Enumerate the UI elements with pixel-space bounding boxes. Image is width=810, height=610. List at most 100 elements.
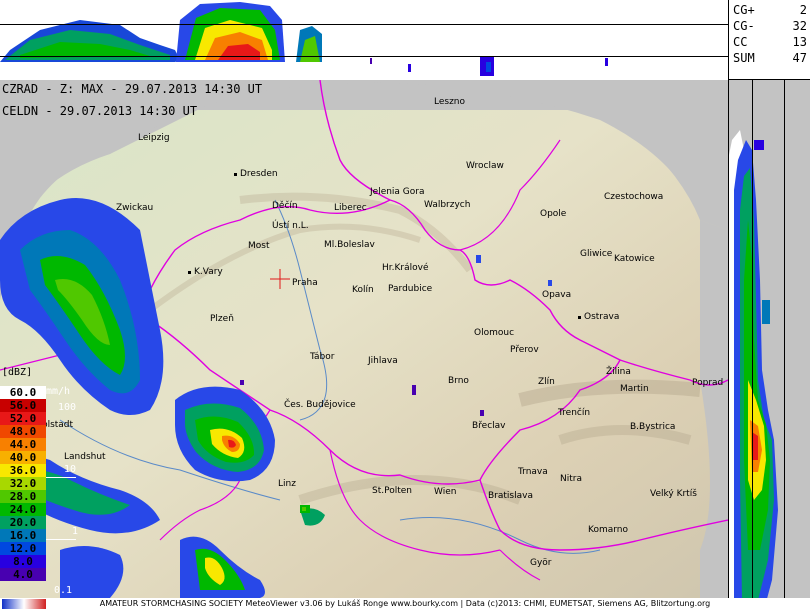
rain-rate-tick: 1 bbox=[72, 526, 79, 537]
city-label: Walbrzych bbox=[424, 200, 471, 210]
city-label: Liberec bbox=[334, 203, 367, 213]
city-label: Landshut bbox=[64, 452, 106, 462]
city-label: Velký Krtíš bbox=[650, 489, 697, 499]
top-projection-echo bbox=[0, 2, 608, 76]
counter-row-sum: SUM 47 bbox=[733, 52, 807, 65]
right-projection-echo bbox=[728, 130, 778, 610]
counter-row-cg-minus: CG- 32 bbox=[733, 20, 807, 33]
city-label: Jihlava bbox=[368, 356, 398, 366]
legend-unit: mm/h bbox=[46, 386, 71, 397]
city-label: Leipzig bbox=[138, 133, 170, 143]
legend-level: 48.0 bbox=[0, 425, 46, 438]
counter-label: CG- bbox=[733, 19, 755, 33]
city-label: B.Bystrica bbox=[630, 422, 676, 432]
city-label: Ml.Boleslav bbox=[324, 240, 375, 250]
city-label: Trenčín bbox=[558, 408, 591, 418]
city-label: Martin bbox=[620, 384, 649, 394]
rain-rate-tick: 10 bbox=[64, 464, 77, 475]
legend-level: 52.0 bbox=[0, 412, 46, 425]
counter-label: SUM bbox=[733, 51, 755, 65]
city-label: Trnava bbox=[518, 467, 548, 477]
city-label: Wroclaw bbox=[466, 161, 504, 171]
counter-value: 13 bbox=[792, 35, 807, 49]
city-label: Poprad bbox=[692, 378, 724, 388]
legend-level: 32.0 bbox=[0, 477, 46, 490]
legend-title: [dBZ] bbox=[2, 367, 33, 378]
legend-level: 16.0 bbox=[0, 529, 46, 542]
counter-label: CG+ bbox=[733, 3, 755, 17]
city-label: Olomouc bbox=[474, 328, 515, 338]
city-label: Gliwice bbox=[580, 249, 613, 259]
legend-level: 8.0 bbox=[0, 555, 46, 568]
counter-row-cc: CC 13 bbox=[733, 36, 807, 49]
city-label: Opole bbox=[540, 209, 567, 219]
strip-gridline bbox=[0, 56, 728, 57]
city-label: Bratislava bbox=[488, 491, 533, 501]
strip-gridline bbox=[0, 24, 728, 25]
counter-label: CC bbox=[733, 35, 748, 49]
legend-level: 24.0 bbox=[0, 503, 46, 516]
city-label: Ostrava bbox=[578, 312, 619, 323]
radar-viewer: CG+ 2 CG- 32 CC 13 SUM 47 CZRAD - Z: MAX… bbox=[0, 0, 810, 610]
rain-rate-tick: 0.1 bbox=[54, 585, 73, 596]
city-label: St.Polten bbox=[372, 486, 412, 496]
legend-level: 40.0 bbox=[0, 451, 46, 464]
city-label: Czestochowa bbox=[604, 192, 664, 202]
counter-value: 2 bbox=[799, 3, 807, 17]
city-label: Plzeň bbox=[210, 314, 234, 324]
city-label: Kolín bbox=[352, 285, 374, 295]
city-label: Brno bbox=[448, 376, 469, 386]
city-label: Opava bbox=[542, 290, 572, 300]
city-label: Leszno bbox=[434, 97, 466, 107]
city-label: Zwickau bbox=[116, 203, 154, 213]
lightning-counter-panel: CG+ 2 CG- 32 CC 13 SUM 47 bbox=[728, 0, 810, 80]
legend-level: 36.0 bbox=[0, 464, 46, 477]
legend-level: 44.0 bbox=[0, 438, 46, 451]
legend-level: 20.0 bbox=[0, 516, 46, 529]
counter-value: 32 bbox=[792, 19, 807, 33]
city-label: Nitra bbox=[560, 474, 582, 484]
city-label: Dresden bbox=[234, 169, 278, 180]
city-label: Komarno bbox=[588, 525, 628, 535]
strip-gridline bbox=[728, 80, 729, 610]
city-label: Děčín bbox=[272, 201, 298, 211]
flag-logo bbox=[2, 599, 46, 609]
city-label: Most bbox=[248, 241, 270, 251]
legend-level: 28.0 bbox=[0, 490, 46, 503]
radar-map: CZRAD - Z: MAX - 29.07.2013 14:30 UT CEL… bbox=[0, 80, 728, 598]
city-label: Ústí n.L. bbox=[272, 221, 309, 231]
strip-gridline bbox=[752, 80, 753, 610]
rain-rate-tick: 100 bbox=[58, 402, 77, 413]
footer-text: AMATEUR STORMCHASING SOCIETY MeteoViewer… bbox=[99, 599, 711, 608]
rain-rate-line bbox=[46, 477, 76, 478]
city-label: Přerov bbox=[510, 345, 539, 355]
counter-value: 47 bbox=[792, 51, 807, 65]
city-label: Čes. Budějovice bbox=[284, 400, 356, 410]
counter-row-cg-plus: CG+ 2 bbox=[733, 4, 807, 17]
city-label: Jelenia Gora bbox=[370, 187, 425, 197]
top-projection-strip bbox=[0, 0, 728, 80]
footer-credits: AMATEUR STORMCHASING SOCIETY MeteoViewer… bbox=[0, 598, 810, 610]
city-label: Pardubice bbox=[388, 284, 433, 294]
city-label: Hr.Králové bbox=[382, 263, 429, 273]
legend-level: 60.0 bbox=[0, 386, 46, 399]
city-label: K.Vary bbox=[188, 267, 223, 278]
reflectivity-legend: 60.0 56.0 52.0 48.0 44.0 40.0 36.0 32.0 28.0 24.0… bbox=[0, 386, 46, 581]
rain-rate-line bbox=[46, 539, 76, 540]
city-label: Žilina bbox=[606, 367, 631, 377]
lightning-product-title: CELDN - 29.07.2013 14:30 UT bbox=[2, 104, 198, 118]
right-projection-strip bbox=[728, 80, 810, 610]
legend-level: 12.0 bbox=[0, 542, 46, 555]
legend-level: 56.0 bbox=[0, 399, 46, 412]
city-label: Katowice bbox=[614, 254, 655, 264]
strip-gridline bbox=[784, 80, 785, 610]
city-label: Wien bbox=[434, 487, 457, 497]
city-label: Györ bbox=[530, 558, 552, 568]
city-label: Břeclav bbox=[472, 421, 506, 431]
city-label: Praha bbox=[292, 278, 318, 288]
city-label: Tábor bbox=[310, 352, 335, 362]
legend-level: 4.0 bbox=[0, 568, 46, 581]
map-canvas bbox=[0, 80, 728, 598]
city-label: Zlín bbox=[538, 377, 555, 387]
city-label: Linz bbox=[278, 479, 296, 489]
